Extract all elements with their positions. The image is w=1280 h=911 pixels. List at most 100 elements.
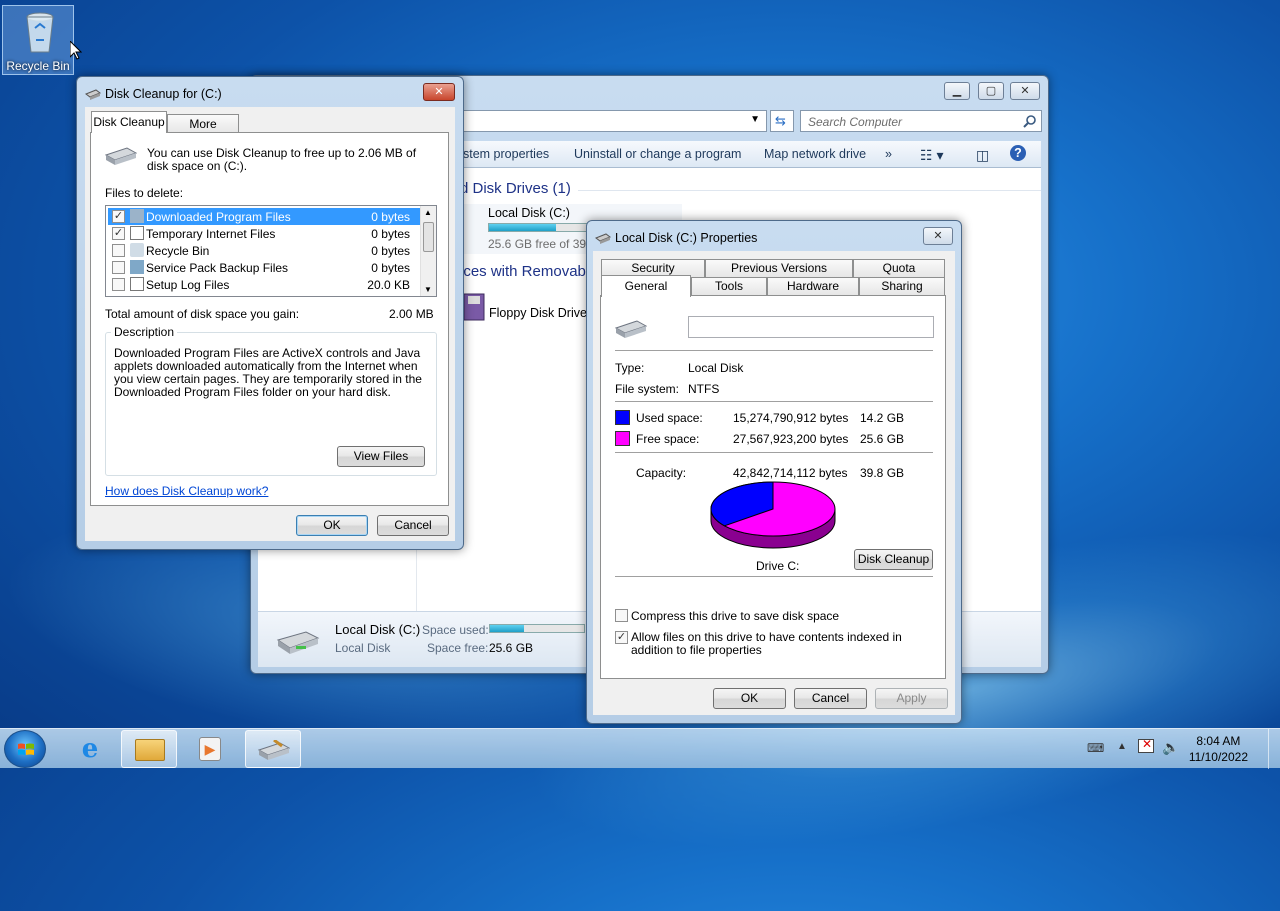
disk-cleanup-icon — [258, 740, 290, 760]
volume-label-input[interactable] — [688, 316, 934, 338]
start-button[interactable] — [4, 730, 46, 768]
maximize-button[interactable]: ▢ — [978, 82, 1004, 100]
system-properties-command[interactable]: stem properties — [463, 147, 549, 161]
checkbox[interactable] — [112, 244, 125, 257]
divider — [615, 452, 933, 453]
used-space-gb: 14.2 GB — [860, 411, 905, 425]
ok-button[interactable]: OK — [296, 515, 368, 536]
local-disk-usage-bar — [488, 223, 588, 232]
media-player-icon: ▶ — [199, 737, 221, 761]
disk-cleanup-button[interactable]: Disk Cleanup — [854, 549, 933, 570]
keyboard-icon[interactable]: ⌨ — [1087, 741, 1104, 755]
change-view-icon[interactable]: ☷ ▾ — [920, 147, 943, 164]
checkbox[interactable] — [112, 261, 125, 274]
scroll-up-icon[interactable]: ▲ — [424, 208, 432, 217]
description-group: Description Downloaded Program Files are… — [105, 325, 437, 476]
checkbox[interactable] — [112, 278, 125, 291]
free-space-label: Free space: — [636, 432, 700, 446]
tab-hardware[interactable]: Hardware — [767, 277, 859, 295]
show-hidden-icons-icon[interactable]: ▲ — [1117, 741, 1127, 752]
close-button[interactable]: ✕ — [923, 227, 953, 245]
preview-pane-icon[interactable]: ◫ — [976, 147, 989, 164]
refresh-button[interactable]: ⇆ — [770, 110, 794, 132]
ok-button[interactable]: OK — [713, 688, 786, 709]
windows-explorer-taskbar-button[interactable] — [121, 730, 177, 768]
type-value: Local Disk — [688, 361, 744, 375]
general-panel: Type: Local Disk File system: NTFS Used … — [600, 295, 946, 679]
disk-cleanup-taskbar-button[interactable] — [245, 730, 301, 768]
close-button[interactable]: ✕ — [1010, 82, 1040, 100]
floppy-drive-name[interactable]: Floppy Disk Drive — [489, 306, 587, 320]
files-to-delete-list[interactable]: ✓ Downloaded Program Files 0 bytes ✓ Tem… — [105, 205, 437, 297]
windows-logo-icon — [18, 743, 34, 755]
scroll-thumb[interactable] — [423, 222, 434, 252]
list-item[interactable]: Setup Log Files 20.0 KB — [108, 276, 434, 293]
close-button[interactable]: ✕ — [423, 83, 455, 101]
compress-label: Compress this drive to save disk space — [631, 609, 840, 623]
show-desktop-button[interactable] — [1268, 729, 1280, 769]
description-label: Description — [111, 325, 178, 339]
tab-disk-cleanup[interactable]: Disk Cleanup — [91, 111, 167, 133]
recycle-bin-desktop-icon[interactable]: Recycle Bin — [2, 5, 74, 75]
file-system-value: NTFS — [688, 382, 720, 396]
divider — [615, 401, 933, 402]
cancel-button[interactable]: Cancel — [377, 515, 449, 536]
uninstall-program-command[interactable]: Uninstall or change a program — [574, 147, 741, 161]
scroll-down-icon[interactable]: ▼ — [424, 285, 432, 294]
search-icon — [1023, 115, 1036, 128]
group-divider — [578, 190, 1041, 191]
cancel-button[interactable]: Cancel — [794, 688, 867, 709]
more-commands-button[interactable]: » — [885, 147, 892, 161]
drive-label: Drive C: — [756, 559, 800, 573]
capacity-label: Capacity: — [636, 466, 687, 480]
chevron-down-icon[interactable]: ▼ — [750, 114, 760, 125]
file-size: 0 bytes — [371, 227, 410, 241]
floppy-drive-icon — [463, 293, 485, 321]
internet-explorer-taskbar-button[interactable]: e — [62, 730, 118, 768]
minimize-button[interactable]: ▁ — [944, 82, 970, 100]
drive-icon — [595, 233, 611, 244]
list-scrollbar[interactable]: ▲ ▼ — [420, 206, 436, 296]
total-gain-value: 2.00 MB — [389, 307, 434, 321]
total-gain-label: Total amount of disk space you gain: — [105, 307, 300, 321]
help-icon[interactable]: ? — [1010, 145, 1026, 161]
file-size: 0 bytes — [371, 244, 410, 258]
network-icon[interactable]: ✕ — [1138, 737, 1154, 753]
media-player-taskbar-button[interactable]: ▶ — [182, 730, 238, 768]
how-disk-cleanup-works-link[interactable]: How does Disk Cleanup work? — [105, 484, 268, 498]
files-to-delete-label: Files to delete: — [105, 186, 184, 200]
tab-general[interactable]: General — [601, 275, 691, 297]
file-size: 0 bytes — [371, 210, 410, 224]
map-network-drive-command[interactable]: Map network drive — [764, 147, 866, 161]
local-disk-properties-dialog: Local Disk (C:) Properties ✕ Security Pr… — [586, 220, 962, 724]
description-text: Downloaded Program Files are ActiveX con… — [114, 346, 422, 399]
capacity-bytes: 42,842,714,112 bytes — [733, 466, 848, 480]
view-files-button[interactable]: View Files — [337, 446, 425, 467]
removable-group-header: ices with Removab — [460, 263, 586, 280]
checkbox[interactable]: ✓ — [112, 210, 125, 223]
index-label: Allow files on this drive to have conten… — [631, 630, 902, 657]
details-space-used-label: Space used: — [422, 623, 489, 637]
list-item[interactable]: ✓ Downloaded Program Files 0 bytes — [108, 208, 434, 225]
search-input[interactable]: Search Computer — [800, 110, 1042, 132]
tab-tools[interactable]: Tools — [691, 277, 767, 295]
system-clock[interactable]: 8:04 AM 11/10/2022 — [1189, 733, 1248, 765]
free-space-gb: 25.6 GB — [860, 432, 905, 446]
tab-more-options[interactable]: More Options — [167, 114, 239, 149]
recycle-bin-icon — [130, 243, 144, 257]
list-item[interactable]: Recycle Bin 0 bytes — [108, 242, 434, 259]
tab-quota[interactable]: Quota — [853, 259, 945, 277]
tab-sharing[interactable]: Sharing — [859, 277, 945, 295]
drive-icon — [105, 147, 137, 165]
index-checkbox[interactable]: ✓ — [615, 631, 628, 644]
list-item[interactable]: ✓ Temporary Internet Files 0 bytes — [108, 225, 434, 242]
folder-icon — [135, 739, 165, 761]
list-item[interactable]: Service Pack Backup Files 0 bytes — [108, 259, 434, 276]
compress-checkbox[interactable] — [615, 609, 628, 622]
tab-previous-versions[interactable]: Previous Versions — [705, 259, 853, 277]
file-size: 20.0 KB — [367, 278, 410, 292]
file-type-icon — [130, 226, 144, 240]
volume-muted-icon[interactable]: 🔈 — [1162, 739, 1179, 756]
dialog-title: Disk Cleanup for (C:) — [105, 87, 222, 101]
checkbox[interactable]: ✓ — [112, 227, 125, 240]
